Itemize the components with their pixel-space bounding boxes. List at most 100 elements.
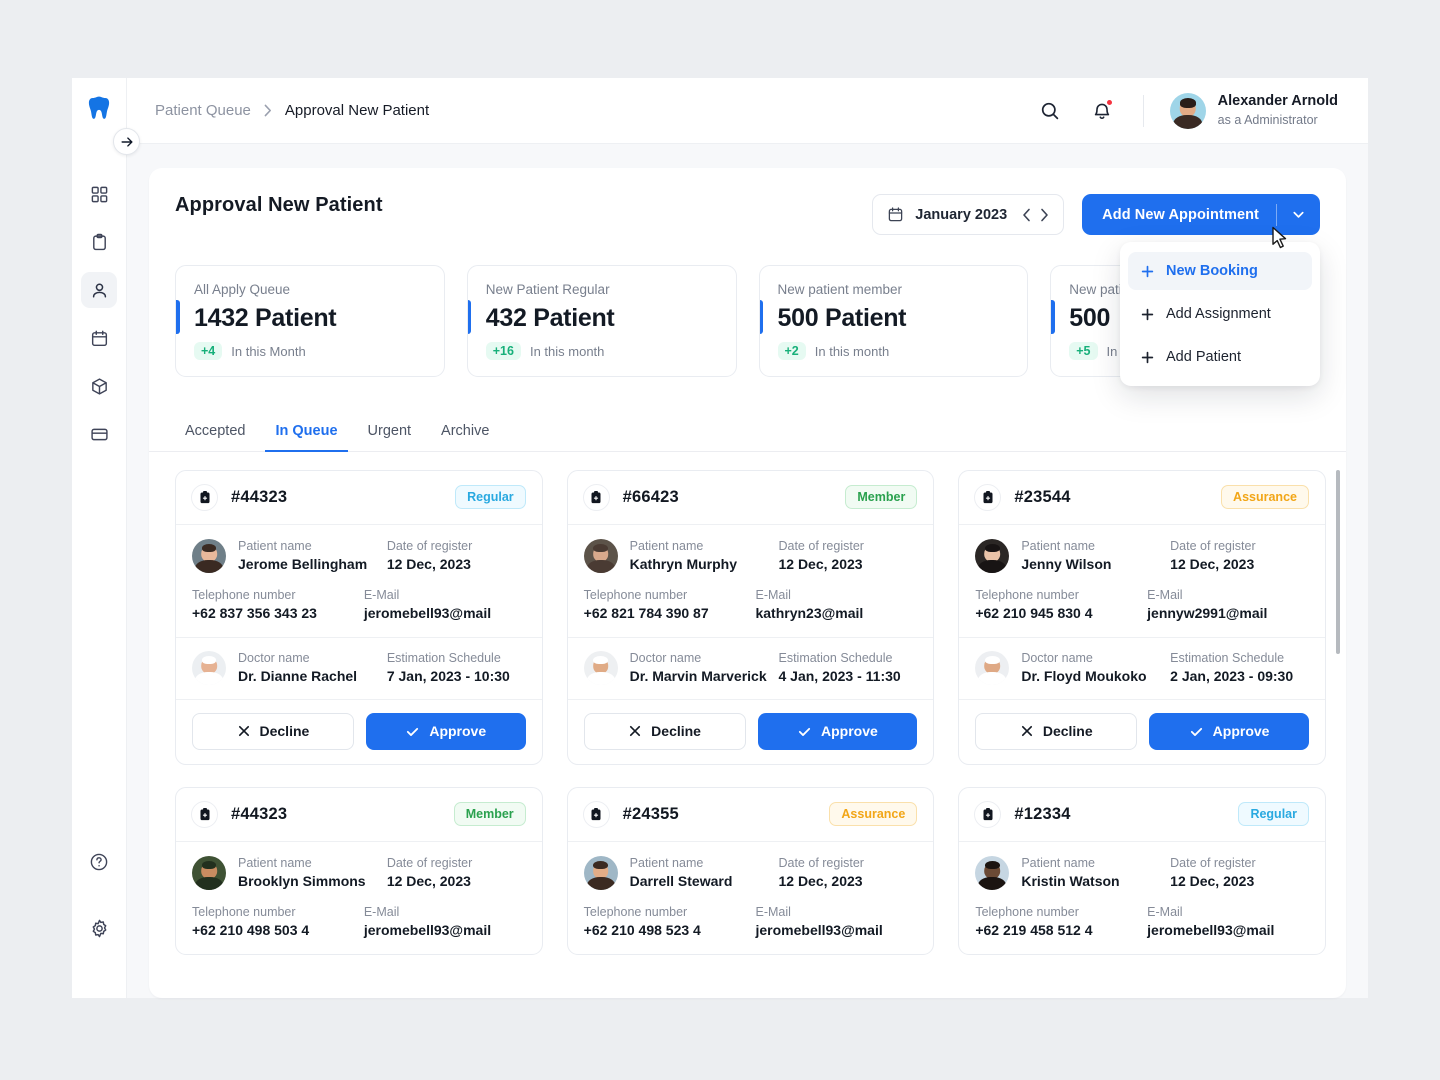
decline-button[interactable]: Decline: [192, 712, 354, 750]
stat-value: 1432 Patient: [194, 304, 337, 332]
field-label-email: E-Mail: [363, 587, 400, 602]
field-value-date-of-register: 12 Dec, 2023: [386, 873, 471, 889]
field-label-telephone: Telephone number: [975, 904, 1079, 919]
sidebar-item-inventory[interactable]: [81, 368, 117, 404]
vertical-scrollbar[interactable]: [1336, 469, 1340, 654]
approve-label: Approve: [821, 723, 878, 739]
field-value-date-of-register: 12 Dec, 2023: [1170, 556, 1255, 572]
field-label-date-of-register: Date of register: [386, 539, 473, 553]
sidebar-item-records[interactable]: [81, 224, 117, 260]
patient-card: #66423 Member Patient name Kathryn Murph…: [566, 469, 935, 765]
sidebar-item-patients[interactable]: [81, 272, 117, 308]
field-value-estimation-schedule: 2 Jan, 2023 - 09:30: [1170, 668, 1294, 684]
patient-identity-row: Patient name Jerome Bellingham Date of r…: [192, 538, 526, 573]
month-next-button[interactable]: [1040, 208, 1049, 222]
check-icon: [407, 727, 419, 736]
user-profile[interactable]: Alexander Arnold as a Administrator: [1169, 92, 1338, 129]
field-value-patient-name: Darrell Steward: [629, 873, 733, 889]
tab-in-queue[interactable]: In Queue: [265, 423, 348, 452]
notification-dot: [1105, 98, 1113, 106]
grid-dashboard-icon: [91, 186, 107, 202]
patient-cards-grid: #44323 Regular Patient name Jerome Belli…: [175, 469, 1326, 955]
dropdown-item-add-assignment[interactable]: Add Assignment: [1128, 295, 1312, 333]
app-logo[interactable]: [72, 78, 126, 138]
stat-delta: +5: [1069, 342, 1098, 360]
breadcrumb-parent[interactable]: Patient Queue: [155, 102, 251, 119]
gear-icon: [92, 919, 106, 937]
field-label-patient-name: Patient name: [629, 856, 704, 870]
sidebar-item-help[interactable]: [81, 844, 117, 880]
breadcrumb-current: Approval New Patient: [284, 102, 430, 119]
stat-card[interactable]: All Apply Queue 1432 Patient +4 In this …: [175, 265, 445, 377]
field-label-patient-name: Patient name: [629, 539, 704, 553]
stat-label: New Patient Regular: [485, 282, 610, 297]
check-icon: [798, 727, 811, 736]
stat-period: In this Month: [231, 343, 306, 359]
field-value-email: jennyw2991@mail: [1147, 604, 1268, 621]
add-new-appointment-button[interactable]: Add New Appointment: [1082, 194, 1320, 249]
avatar: [583, 538, 618, 573]
field-value-telephone: +62 210 498 523 4: [583, 921, 701, 938]
field-value-date-of-register: 12 Dec, 2023: [1170, 873, 1255, 889]
sidebar-item-billing[interactable]: [81, 416, 117, 452]
patient-contact-row: Telephone number +62 210 945 830 4 E-Mai…: [975, 588, 1309, 637]
sidebar-item-settings[interactable]: [81, 910, 117, 946]
month-picker-label: January 2023: [915, 206, 1008, 223]
field-value-date-of-register: 12 Dec, 2023: [386, 556, 471, 572]
stat-accent-bar: [759, 300, 763, 334]
close-icon: [1021, 725, 1032, 737]
tab-accepted[interactable]: Accepted: [175, 423, 255, 452]
patient-card-header: #24355 Assurance: [567, 788, 934, 842]
patient-card: #44323 Member Patient name Brooklyn Simm…: [175, 786, 543, 955]
approve-button[interactable]: Approve: [757, 712, 918, 750]
field-value-doctor-name: Dr. Marvin Marverick: [629, 668, 767, 684]
month-prev-button[interactable]: [1022, 208, 1031, 222]
decline-button[interactable]: Decline: [583, 712, 746, 750]
field-label-patient-name: Patient name: [238, 539, 312, 553]
patient-card: #23544 Assurance Patient name Jenny Wils…: [958, 469, 1326, 765]
page-title: Approval New Patient: [175, 194, 383, 216]
dropdown-item-add-patient[interactable]: Add Patient: [1128, 338, 1312, 376]
month-picker[interactable]: January 2023: [872, 194, 1065, 235]
calendar-icon: [889, 207, 903, 222]
patient-card-body: Patient name Brooklyn Simmons Date of re…: [176, 842, 542, 954]
patient-contact-row: Telephone number +62 821 784 390 87 E-Ma…: [584, 588, 918, 637]
patient-identity-row: Patient name Darrell Steward Date of reg…: [583, 855, 918, 890]
sidebar-collapse-button[interactable]: [113, 128, 140, 155]
user-role: as a Administrator: [1217, 112, 1318, 127]
chevron-right-icon: [264, 104, 271, 117]
search-button[interactable]: [1035, 96, 1065, 126]
stat-footer: +16 In this month: [485, 342, 718, 360]
approve-button[interactable]: Approve: [1149, 712, 1309, 750]
field-value-estimation-schedule: 7 Jan, 2023 - 10:30: [386, 668, 510, 684]
field-label-date-of-register: Date of register: [1170, 856, 1256, 870]
field-value-email: jeromebell93@mail: [1147, 921, 1275, 938]
avatar: [975, 650, 1010, 685]
patient-cards-scroll-area: #44323 Regular Patient name Jerome Belli…: [149, 452, 1346, 999]
avatar: [975, 538, 1010, 573]
patient-identity-row: Patient name Kristin Watson Date of regi…: [975, 855, 1309, 890]
approve-button[interactable]: Approve: [365, 712, 526, 750]
stat-card[interactable]: New patient member 500 Patient +2 In thi…: [758, 265, 1029, 377]
patient-card-body: Patient name Kathryn Murphy Date of regi…: [568, 525, 934, 637]
add-new-appointment-caret[interactable]: [1277, 207, 1320, 222]
decline-button[interactable]: Decline: [975, 712, 1138, 750]
panel-header: Approval New Patient January 2023 Add Ne…: [149, 168, 1346, 386]
stat-footer: +2 In this month: [777, 342, 1010, 360]
tab-urgent[interactable]: Urgent: [358, 423, 422, 452]
clipboard-icon: [582, 800, 610, 828]
sidebar-item-dashboard[interactable]: [81, 176, 117, 212]
dropdown-item-new-booking[interactable]: New Booking: [1128, 252, 1312, 290]
breadcrumb-separator: [264, 104, 272, 117]
field-value-date-of-register: 12 Dec, 2023: [778, 556, 863, 572]
month-nav: [1022, 208, 1049, 222]
sidebar-item-schedule[interactable]: [81, 320, 117, 356]
notifications-button[interactable]: [1087, 96, 1117, 126]
clipboard-icon: [974, 483, 1002, 511]
tab-archive[interactable]: Archive: [431, 423, 499, 452]
stat-card[interactable]: New Patient Regular 432 Patient +16 In t…: [466, 265, 737, 377]
status-badge: Member: [453, 802, 526, 826]
chevron-right-icon: [1041, 208, 1048, 221]
sidebar-secondary-nav: [81, 844, 117, 946]
field-value-email: jeromebell93@mail: [363, 921, 492, 938]
